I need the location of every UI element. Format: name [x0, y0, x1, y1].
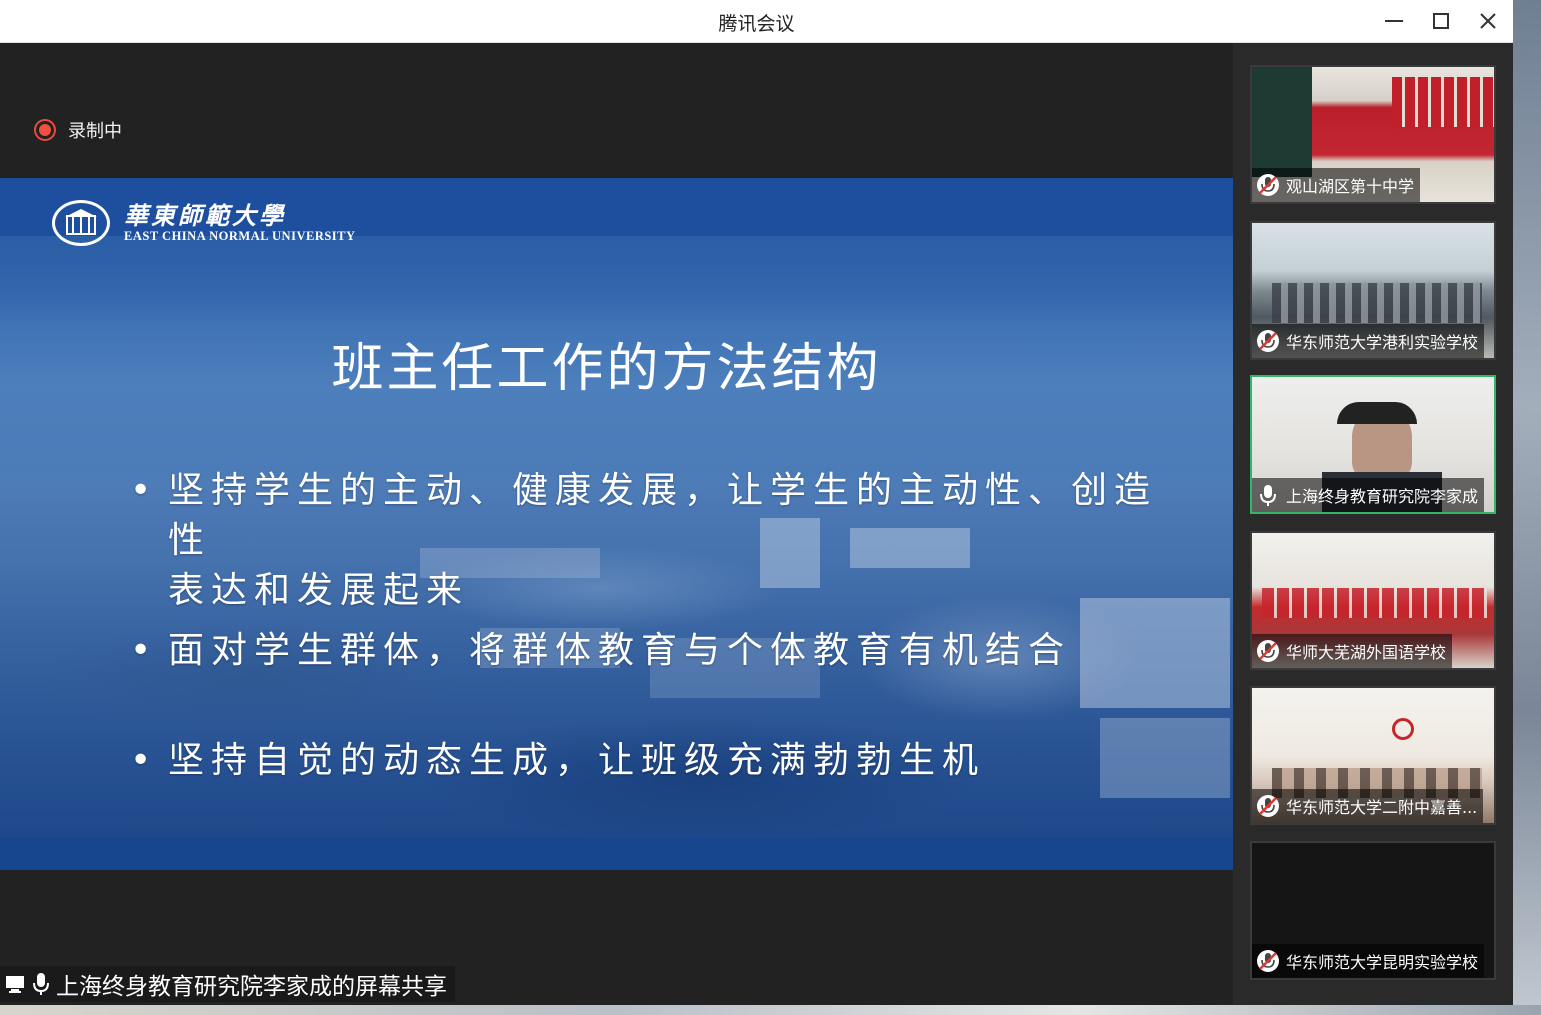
participant-tile[interactable]: 华东师范大学港利实验学校: [1250, 221, 1496, 360]
participant-name: 华东师范大学港利实验学校: [1286, 333, 1479, 352]
participant-name: 华师大芜湖外国语学校: [1286, 643, 1447, 662]
close-button[interactable]: [1472, 6, 1504, 36]
participant-name: 观山湖区第十中学: [1286, 177, 1415, 196]
mic-muted-icon: [1257, 330, 1279, 352]
record-icon: [34, 119, 56, 141]
mic-muted-icon: [1257, 640, 1279, 662]
video-detail: [1252, 67, 1312, 177]
slide-title: 班主任工作的方法结构: [0, 326, 1233, 401]
title-bar: 腾讯会议: [0, 0, 1513, 43]
video-detail: [1392, 77, 1494, 127]
maximize-icon: [1433, 13, 1449, 29]
shared-screen-area: 录制中 華東師範大學 EAST CHINA NORMAL UNIVERSITY …: [0, 43, 1233, 1005]
participant-name: 华东师范大学二附中嘉善...: [1286, 798, 1478, 817]
university-seal-icon: [52, 200, 110, 246]
bullet-text-continued: 表达和发展起来: [168, 570, 470, 611]
video-detail: [1337, 402, 1417, 424]
participant-tile[interactable]: 华师大芜湖外国语学校: [1250, 531, 1496, 670]
presentation-slide: 華東師範大學 EAST CHINA NORMAL UNIVERSITY 班主任工…: [0, 178, 1233, 870]
participant-name-bar: 华东师范大学昆明实验学校: [1252, 944, 1485, 978]
participant-name-bar: 上海终身教育研究院李家成: [1252, 478, 1485, 512]
university-name-cn: 華東師範大學: [124, 200, 286, 230]
participant-name: 华东师范大学昆明实验学校: [1286, 953, 1479, 972]
bullet-dot-icon: •: [130, 740, 159, 781]
slide-footer-band: [0, 838, 1233, 870]
video-detail: [1262, 588, 1487, 618]
participant-tile[interactable]: 华东师范大学二附中嘉善...: [1250, 686, 1496, 825]
participant-name-bar: 华东师范大学二附中嘉善...: [1252, 789, 1484, 823]
video-detail: [1392, 718, 1414, 740]
participant-tile-active-speaker[interactable]: 上海终身教育研究院李家成: [1250, 375, 1496, 514]
participant-tile[interactable]: 华东师范大学昆明实验学校: [1250, 841, 1496, 980]
minimize-icon: [1385, 20, 1403, 22]
participant-name: 上海终身教育研究院李家成: [1286, 487, 1479, 506]
slide-header-fade: [0, 236, 1233, 326]
minimize-button[interactable]: [1378, 6, 1410, 36]
participant-name-bar: 华东师范大学港利实验学校: [1252, 324, 1485, 358]
mic-muted-icon: [1257, 174, 1279, 196]
mic-muted-icon: [1257, 950, 1279, 972]
bullet-text: 面对学生群体，将群体教育与个体教育有机结合: [168, 630, 1072, 671]
recording-label: 录制中: [68, 121, 122, 142]
bullet-text: 坚持学生的主动、健康发展，让学生的主动性、创造性: [168, 470, 1158, 561]
bullet-dot-icon: •: [130, 470, 159, 511]
seal-emblem: [65, 209, 97, 235]
building: [1100, 718, 1230, 798]
participant-panel: 观山湖区第十中学 华东师范大学港利实验学校 上海终身教育研究院李家成 华师大芜湖…: [1233, 43, 1513, 1005]
slide-title-text: 班主任工作的方法结构: [331, 339, 882, 399]
maximize-button[interactable]: [1425, 6, 1457, 36]
taskbar-edge: [0, 1005, 1541, 1015]
university-logo: 華東師範大學 EAST CHINA NORMAL UNIVERSITY: [52, 200, 356, 246]
close-icon: [1480, 13, 1496, 29]
slide-bullet: • 面对学生群体，将群体教育与个体教育有机结合: [130, 626, 1130, 676]
university-name: 華東師範大學 EAST CHINA NORMAL UNIVERSITY: [124, 200, 356, 244]
screen-share-label: 上海终身教育研究院李家成的屏幕共享: [0, 966, 455, 1002]
microphone-icon: [33, 973, 49, 995]
window-title: 腾讯会议: [718, 13, 795, 35]
participant-name-bar: 华师大芜湖外国语学校: [1252, 634, 1453, 668]
bullet-dot-icon: •: [130, 630, 159, 671]
mic-on-icon: [1260, 485, 1276, 506]
bullet-text: 坚持自觉的动态生成，让班级充满勃勃生机: [168, 740, 986, 781]
participant-tile[interactable]: 观山湖区第十中学: [1250, 65, 1496, 204]
participant-name-bar: 观山湖区第十中学: [1252, 168, 1421, 202]
video-detail: [1272, 283, 1482, 323]
screen-share-owner: 上海终身教育研究院李家成的屏幕共享: [56, 974, 447, 1000]
screen-share-icon: [6, 976, 24, 993]
slide-bullet: • 坚持自觉的动态生成，让班级充满勃勃生机: [130, 736, 1030, 786]
university-name-en: EAST CHINA NORMAL UNIVERSITY: [124, 228, 356, 243]
desktop-background-edge: [1513, 0, 1541, 1015]
meeting-window: 腾讯会议 录制中 華東師範大學 EAST CHINA NORMAL UNIVER…: [0, 0, 1513, 1005]
slide-bullet: • 坚持学生的主动、健康发展，让学生的主动性、创造性 表达和发展起来: [130, 466, 1190, 616]
recording-indicator[interactable]: 录制中: [34, 117, 122, 143]
mic-muted-icon: [1257, 795, 1279, 817]
